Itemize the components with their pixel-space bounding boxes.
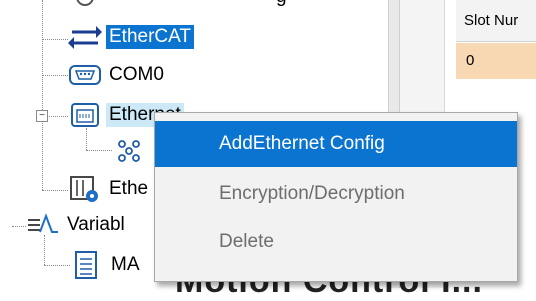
tree-item-network-child[interactable] [112, 136, 156, 166]
grid-cell[interactable]: 0 [456, 43, 536, 79]
variable-waveform-icon [28, 213, 58, 233]
ethercat-arrows-icon [68, 26, 102, 49]
tree-item-label: Variabl [67, 214, 125, 235]
tree-item-label: Ethe [109, 178, 149, 199]
tree-connector [42, 39, 68, 40]
ethernet-config-icon [70, 176, 98, 202]
tree-item-label: g [106, 0, 290, 9]
ethernet-port-icon [71, 103, 99, 127]
tree-item-label: MA [111, 254, 140, 275]
tree-connector [12, 226, 26, 227]
collapse-toggle-icon[interactable]: − [36, 110, 48, 122]
tree-item-ma[interactable]: MA [70, 250, 143, 280]
context-menu: AddEthernet Config Encryption/Decryption… [154, 112, 518, 282]
document-list-icon [75, 251, 97, 279]
tree-connector [44, 265, 70, 266]
tree-item-ethernet-config[interactable]: Ethe [68, 174, 151, 204]
tree-connector [86, 128, 87, 150]
tree-connector [42, 75, 68, 76]
gear-icon [76, 0, 94, 6]
menu-item-encryption-decryption[interactable]: Encryption/Decryption [155, 171, 517, 217]
tree-item-label: COM0 [109, 64, 164, 85]
serial-port-icon [69, 65, 101, 85]
tree-item-label: EtherCAT [106, 25, 195, 49]
menu-item-add-ethernet-config[interactable]: AddEthernet Config [155, 121, 517, 167]
network-nodes-icon [118, 140, 140, 162]
tree-item-com0[interactable]: COM0 [68, 60, 167, 90]
tree-connector [42, 0, 43, 190]
tree-item-partial[interactable]: g [68, 0, 290, 12]
column-header[interactable]: Slot Nur [456, 0, 536, 42]
tree-item-variable[interactable]: Variabl [26, 210, 128, 240]
tree-item-ethercat[interactable]: EtherCAT [68, 22, 195, 52]
tree-connector [86, 150, 112, 151]
menu-item-delete[interactable]: Delete [155, 219, 517, 265]
tree-connector [42, 190, 68, 191]
